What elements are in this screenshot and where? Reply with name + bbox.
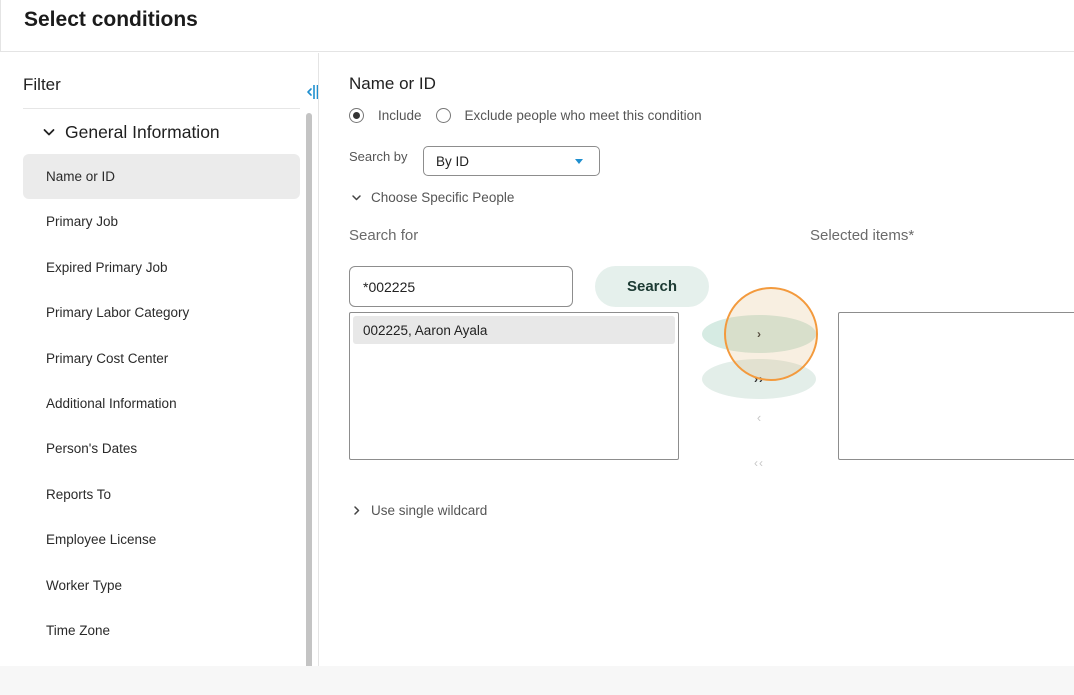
nav-item-reports-to[interactable]: Reports To [23,472,300,517]
list-item[interactable]: 002225, Aaron Ayala [353,316,675,344]
include-label: Include [378,108,422,123]
nav-item-employee-license[interactable]: Employee License [23,517,300,562]
nav-item-worker-type[interactable]: Worker Type [23,563,300,608]
selected-items-label: Selected items* [810,227,915,244]
filter-sidebar: Filter General Information Name or ID Pr… [0,53,319,695]
dialog-header: Select conditions [0,0,1074,52]
group-label: General Information [65,121,220,142]
chevron-right-icon [354,506,360,515]
exclude-label: Exclude people who meet this condition [464,108,702,123]
nav-item-expired-primary-job[interactable]: Expired Primary Job [23,245,300,290]
include-radio[interactable] [349,108,364,123]
nav-item-name-or-id[interactable]: Name or ID [23,154,300,199]
search-by-label: Search by [349,149,408,164]
sidebar-border [318,53,319,695]
exclude-radio[interactable] [435,108,451,123]
chevron-down-icon [43,129,55,136]
nav-item-primary-job[interactable]: Primary Job [23,199,300,244]
selected-items-list[interactable] [838,312,1074,460]
nav-item-primary-labor-category[interactable]: Primary Labor Category [23,290,300,335]
choose-specific-people-toggle[interactable]: Choose Specific People [351,190,514,205]
search-input-value: *002225 [363,278,416,295]
chevron-down-icon [352,195,361,201]
condition-panel: Name or ID Include Exclude people who me… [320,53,1074,695]
search-for-label: Search for [349,227,419,244]
remove-all-button[interactable]: ‹‹ [740,451,778,475]
caret-down-icon [575,159,583,164]
filter-title: Filter [23,75,61,94]
move-all-button[interactable]: ›› [702,359,816,399]
condition-title: Name or ID [349,74,436,93]
general-information-group[interactable]: General Information [42,119,220,145]
search-by-value: By ID [436,153,470,169]
search-by-dropdown[interactable]: By ID [423,146,600,176]
bottom-shade [0,666,1074,695]
nav-item-additional-information[interactable]: Additional Information [23,381,300,426]
use-single-wildcard-label: Use single wildcard [371,503,488,518]
choose-specific-people-label: Choose Specific People [371,190,515,205]
dialog-title: Select conditions [24,8,198,31]
nav-item-persons-dates[interactable]: Person's Dates [23,426,300,471]
use-single-wildcard-toggle[interactable]: Use single wildcard [351,503,487,518]
search-results-list[interactable]: 002225, Aaron Ayala [349,312,679,460]
include-exclude-group: Include Exclude people who meet this con… [349,108,716,123]
nav-item-primary-cost-center[interactable]: Primary Cost Center [23,336,300,381]
filter-divider [23,108,300,109]
sidebar-scrollbar[interactable] [306,113,312,695]
nav-item-time-zone[interactable]: Time Zone [23,608,300,653]
remove-selected-button[interactable]: ‹ [740,405,778,429]
move-selected-button[interactable]: › [702,315,816,353]
search-input[interactable]: *002225 [349,266,573,307]
search-button[interactable]: Search [595,266,709,307]
